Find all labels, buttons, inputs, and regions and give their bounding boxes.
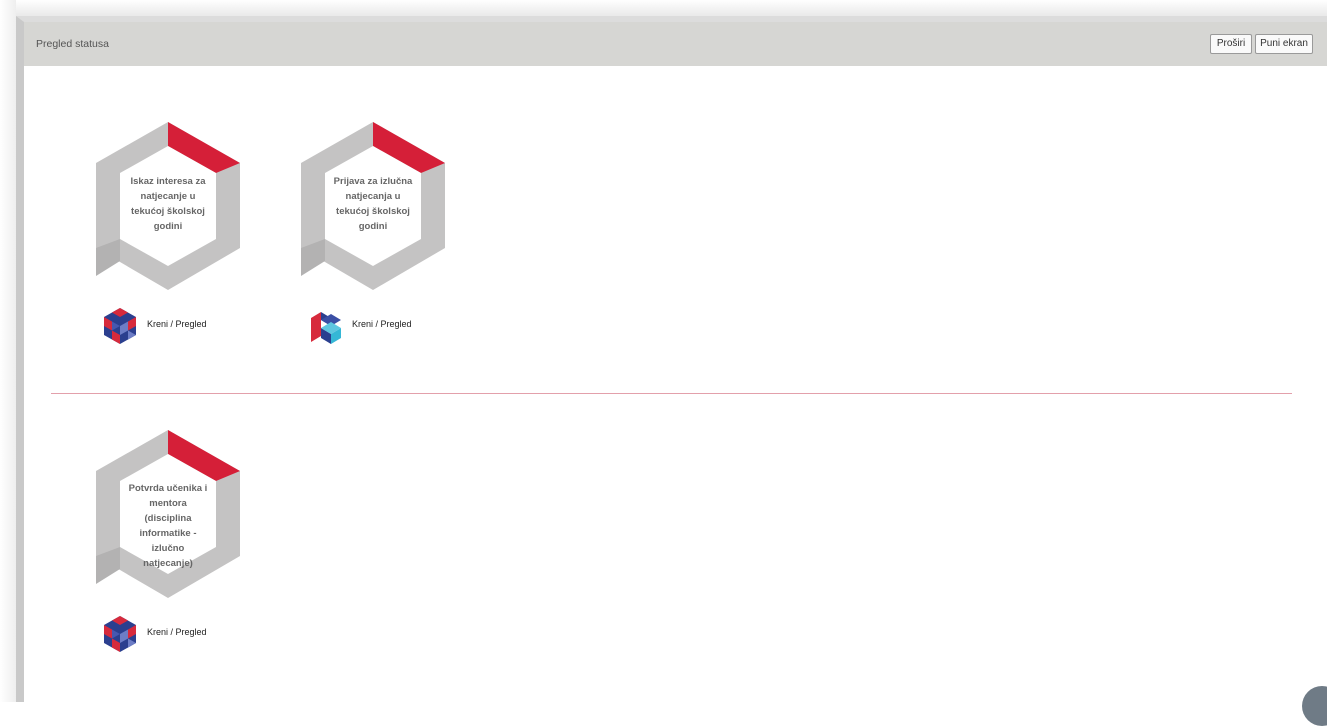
status-card: Prijava za izlučna natjecanja u tekućoj … [293,118,453,358]
status-panel: Pregled statusa Proširi Puni ekran Iskaz… [16,16,1327,702]
panel-header: Pregled statusa Proširi Puni ekran [24,22,1327,66]
card-title: Prijava za izlučna natjecanja u tekućoj … [333,176,413,232]
section-divider [51,393,1292,394]
action-link[interactable]: Kreni / Pregled [147,627,207,637]
panel-title: Pregled statusa [36,38,109,50]
stacked-blocks-logo-icon [311,312,341,344]
window-shadow-left [0,0,16,702]
card-title: Iskaz interesa za natjecanje u tekućoj š… [130,176,206,232]
action-link[interactable]: Kreni / Pregled [352,319,412,329]
card-title: Potvrda učenika i mentora (disciplina in… [128,483,208,569]
status-card: Potvrda učenika i mentora (disciplina in… [88,426,248,666]
window-shadow-top [0,0,1327,16]
status-card: Iskaz interesa za natjecanje u tekućoj š… [88,118,248,358]
expand-button[interactable]: Proširi [1210,34,1252,54]
cube-pattern-logo-icon [104,616,136,652]
action-link[interactable]: Kreni / Pregled [147,319,207,329]
fullscreen-button[interactable]: Puni ekran [1255,34,1313,54]
cube-pattern-logo-icon [104,308,136,344]
